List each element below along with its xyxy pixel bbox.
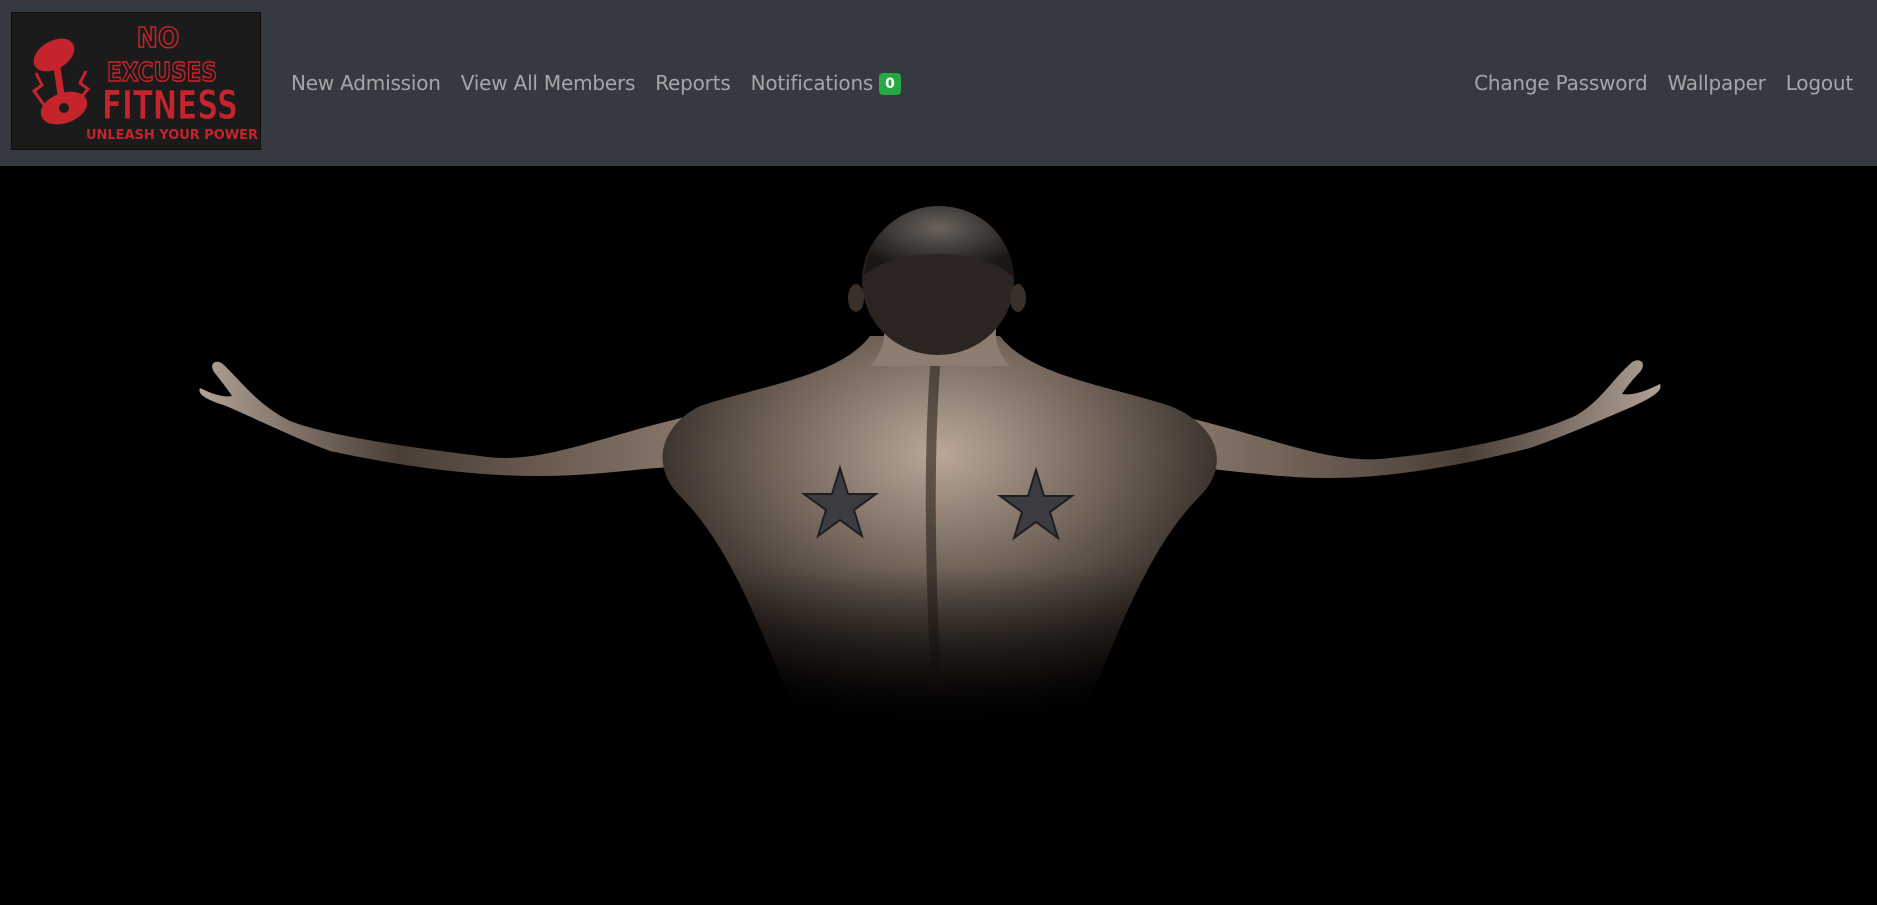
nav-right: Change Password Wallpaper Logout bbox=[1464, 0, 1863, 166]
brand-logo[interactable]: NO EXCUSES FITNESS UNLEASH YOUR POWER bbox=[11, 12, 261, 150]
nav-reports[interactable]: Reports bbox=[645, 71, 740, 95]
nav-logout[interactable]: Logout bbox=[1776, 71, 1863, 95]
nav-notifications[interactable]: Notifications 0 bbox=[741, 71, 911, 95]
nav-view-all-members[interactable]: View All Members bbox=[451, 71, 645, 95]
logo-line1: NO bbox=[137, 21, 180, 54]
top-navbar: NO EXCUSES FITNESS UNLEASH YOUR POWER Ne… bbox=[0, 0, 1877, 166]
hero-wallpaper bbox=[0, 166, 1877, 905]
logo-image: NO EXCUSES FITNESS UNLEASH YOUR POWER bbox=[31, 20, 258, 143]
logo-line3: FITNESS bbox=[102, 83, 238, 129]
nav-change-password[interactable]: Change Password bbox=[1464, 71, 1657, 95]
notifications-count-badge: 0 bbox=[879, 73, 901, 95]
nav-left: New Admission View All Members Reports N… bbox=[281, 0, 911, 166]
logo-tagline: UNLEASH YOUR POWER bbox=[86, 128, 258, 143]
nav-notifications-label: Notifications bbox=[750, 71, 874, 95]
athlete-back-image bbox=[199, 206, 1661, 746]
nav-wallpaper[interactable]: Wallpaper bbox=[1657, 71, 1775, 95]
nav-new-admission[interactable]: New Admission bbox=[281, 71, 451, 95]
dumbbell-icon bbox=[31, 38, 91, 125]
